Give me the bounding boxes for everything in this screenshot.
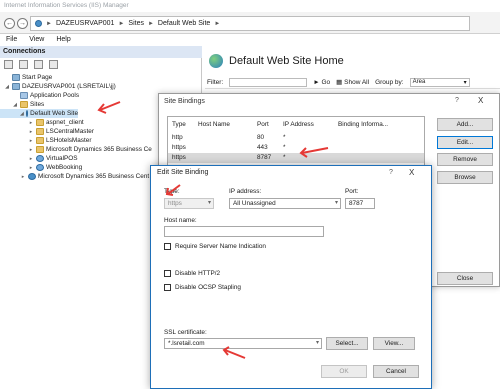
arrow-type-field xyxy=(165,184,181,196)
annotation-arrows xyxy=(97,101,329,359)
arrow-binding-row xyxy=(299,147,329,158)
arrow-ssl-certificate xyxy=(222,346,246,359)
arrow-default-web-site xyxy=(97,101,121,114)
